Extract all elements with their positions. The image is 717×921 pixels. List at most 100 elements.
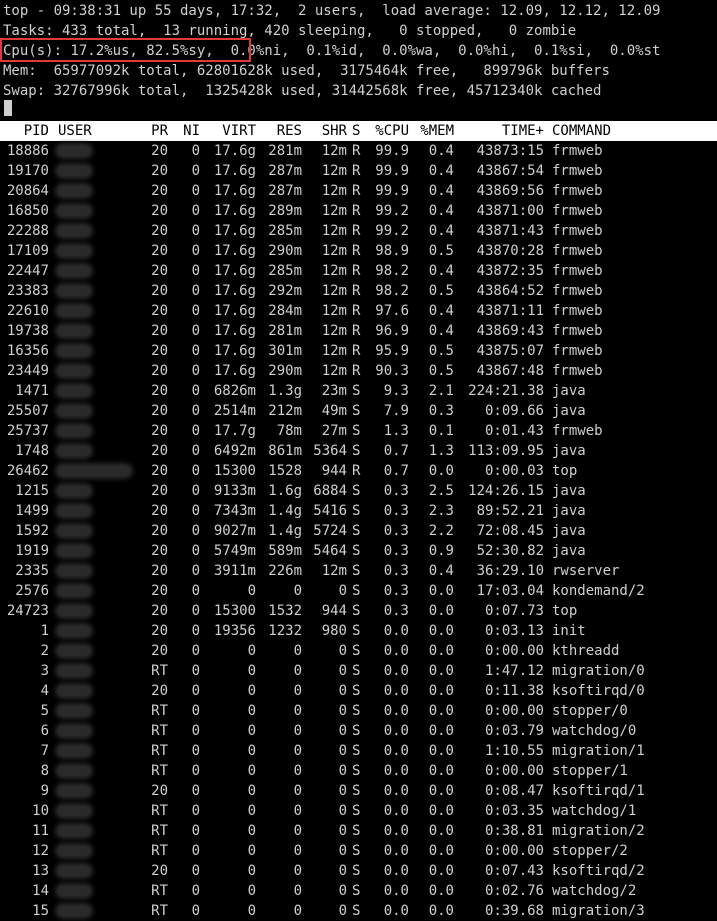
res-cell: 0 [293,663,302,679]
command-cell: java [552,543,586,559]
command-cell: stopper/0 [552,703,628,719]
nice-cell: 0 [191,303,200,319]
user-cell-redacted [58,501,138,521]
process-row[interactable]: 25507 20 0 2514m 212m 49m S 7.9 0.3 0:09.66 java [0,401,717,421]
user-cell-redacted [58,181,138,201]
user-cell-redacted [58,901,138,921]
process-row[interactable]: 23449 20 0 17.6g 290m 12m R 90.3 0.5 43867:48 frmw… [0,361,717,381]
res-cell: 1.3g [268,383,302,399]
process-table-header: PID USER PR NI VIRT RES SHR S %CPU %MEM … [0,121,717,141]
process-row[interactable]: 18886 20 0 17.6g 281m 12m R 99.9 0.4 43873:15 frmw… [0,141,717,161]
command-cell: frmweb [552,283,603,299]
process-row[interactable]: 22610 20 0 17.6g 284m 12m R 97.6 0.4 43871:11 frmw… [0,301,717,321]
res-cell: 861m [268,443,302,459]
command-cell: frmweb [552,263,603,279]
nice-cell: 0 [191,703,200,719]
time-cell: 1:47.12 [484,663,544,679]
pid-cell: 1215 [15,483,49,499]
user-cell-redacted [58,701,138,721]
process-row[interactable]: 2 20 0 0 0 0 S 0.0 0.0 0:00.00 kthreadd [0,641,717,661]
user-cell-redacted [58,641,138,661]
column-header-pr: PR [151,123,168,139]
process-row[interactable]: 16356 20 0 17.6g 301m 12m R 95.9 0.5 43875:07 frmw… [0,341,717,361]
process-row[interactable]: 4 20 0 0 0 0 S 0.0 0.0 0:11.38 ksoftirqd/0 [0,681,717,701]
process-row[interactable]: 2576 20 0 0 0 0 S 0.3 0.0 17:03.04 kondemand/2 [0,581,717,601]
process-row[interactable]: 24723 20 0 15300 1532 944 S 0.3 0.0 0:07.73 top [0,601,717,621]
nice-cell: 0 [191,523,200,539]
cpu-cell: 97.6 [375,303,409,319]
nice-cell: 0 [191,663,200,679]
user-cell-redacted [58,201,138,221]
process-row[interactable]: 13 20 0 0 0 0 S 0.0 0.0 0:07.43 ksoftirqd/2 [0,861,717,881]
process-row[interactable]: 17109 20 0 17.6g 290m 12m R 98.9 0.5 43870:28 frmw… [0,241,717,261]
redacted-user-blur [58,286,90,296]
pid-cell: 26462 [6,463,49,479]
mem-cell: 0.4 [428,303,454,319]
shr-cell: 5464 [313,543,347,559]
pid-cell: 22447 [6,263,49,279]
priority-cell: RT [151,843,168,859]
process-row[interactable]: 11 RT 0 0 0 0 S 0.0 0.0 0:38.81 migration/2 [0,821,717,841]
command-cell: frmweb [552,423,603,439]
command-cell: ksoftirqd/2 [552,863,645,879]
res-cell: 287m [268,183,302,199]
process-row[interactable]: 16850 20 0 17.6g 289m 12m R 99.2 0.4 43871:00 frmw… [0,201,717,221]
process-row[interactable]: 1748 20 0 6492m 861m 5364 S 0.7 1.3 113:09.95 java [0,441,717,461]
process-row[interactable]: 9 20 0 0 0 0 S 0.0 0.0 0:08.47 ksoftirqd/1 [0,781,717,801]
command-cell: watchdog/1 [552,803,637,819]
process-row[interactable]: 14 RT 0 0 0 0 S 0.0 0.0 0:02.76 watchdog/2 [0,881,717,901]
process-row[interactable]: 22288 20 0 17.6g 285m 12m R 99.2 0.4 43871:43 frmw… [0,221,717,241]
process-row[interactable]: 10 RT 0 0 0 0 S 0.0 0.0 0:03.35 watchdog/1 [0,801,717,821]
user-cell-redacted [58,721,138,741]
redacted-user-blur [58,506,90,516]
process-row[interactable]: 20864 20 0 17.6g 287m 12m R 99.9 0.4 43869:56 frmw… [0,181,717,201]
process-row[interactable]: 1 20 0 19356 1232 980 S 0.0 0.0 0:03.13 init [0,621,717,641]
process-row[interactable]: 1215 20 0 9133m 1.6g 6884 S 0.3 2.5 124:26.15 java [0,481,717,501]
process-row[interactable]: 5 RT 0 0 0 0 S 0.0 0.0 0:00.00 stopper/0 [0,701,717,721]
process-row[interactable]: 7 RT 0 0 0 0 S 0.0 0.0 1:10.55 migration/1 [0,741,717,761]
cpu-cell: 0.0 [383,843,409,859]
shr-cell: 944 [321,463,347,479]
process-row[interactable]: 26462 20 0 15300 1528 944 R 0.7 0.0 0:00.03 top [0,461,717,481]
priority-cell: 20 [151,623,168,639]
process-row[interactable]: 15 RT 0 0 0 0 S 0.0 0.0 0:39.68 migration/3 [0,901,717,921]
redacted-user-blur [58,546,90,556]
process-row[interactable]: 2335 20 0 3911m 226m 12m S 0.3 0.4 36:29.10 rwserv… [0,561,717,581]
shr-cell: 12m [321,143,347,159]
nice-cell: 0 [191,323,200,339]
virt-cell: 17.6g [213,323,256,339]
priority-cell: 20 [151,263,168,279]
res-cell: 301m [268,343,302,359]
priority-cell: 20 [151,303,168,319]
user-cell-redacted [58,341,138,361]
process-row[interactable]: 1499 20 0 7343m 1.4g 5416 S 0.3 2.3 89:52.21 java [0,501,717,521]
process-row[interactable]: 6 RT 0 0 0 0 S 0.0 0.0 0:03.79 watchdog/0 [0,721,717,741]
shr-cell: 12m [321,163,347,179]
process-row[interactable]: 23383 20 0 17.6g 292m 12m R 98.2 0.5 43864:52 frmw… [0,281,717,301]
command-cell: java [552,523,586,539]
res-cell: 226m [268,563,302,579]
process-row[interactable]: 19170 20 0 17.6g 287m 12m R 99.9 0.4 43867:54 frmw… [0,161,717,181]
cpu-cell: 90.3 [375,363,409,379]
redacted-user-blur [58,526,90,536]
process-row[interactable]: 3 RT 0 0 0 0 S 0.0 0.0 1:47.12 migration/0 [0,661,717,681]
shr-cell: 12m [321,563,347,579]
process-row[interactable]: 1919 20 0 5749m 589m 5464 S 0.3 0.9 52:30.82 java [0,541,717,561]
priority-cell: RT [151,703,168,719]
process-row[interactable]: 8 RT 0 0 0 0 S 0.0 0.0 0:00.00 stopper/1 [0,761,717,781]
time-cell: 43875:07 [476,343,544,359]
column-header-time: TIME+ [501,123,544,139]
priority-cell: RT [151,663,168,679]
process-row[interactable]: 19738 20 0 17.6g 281m 12m R 96.9 0.4 43869:43 frmw… [0,321,717,341]
redacted-user-blur [58,906,90,916]
process-row[interactable]: 1592 20 0 9027m 1.4g 5724 S 0.3 2.2 72:08.45 java [0,521,717,541]
user-cell-redacted [58,161,138,181]
nice-cell: 0 [191,623,200,639]
process-row[interactable]: 22447 20 0 17.6g 285m 12m R 98.2 0.4 43872:35 frmw… [0,261,717,281]
terminal-window[interactable]: top - 09:38:31 up 55 days, 17:32, 2 user… [0,0,717,921]
process-row[interactable]: 12 RT 0 0 0 0 S 0.0 0.0 0:00.00 stopper/2 [0,841,717,861]
process-row[interactable]: 1471 20 0 6826m 1.3g 23m S 9.3 2.1 224:21.38 java [0,381,717,401]
nice-cell: 0 [191,483,200,499]
process-row[interactable]: 25737 20 0 17.7g 78m 27m S 1.3 0.1 0:01.43 frmweb [0,421,717,441]
time-cell: 0:08.47 [484,783,544,799]
